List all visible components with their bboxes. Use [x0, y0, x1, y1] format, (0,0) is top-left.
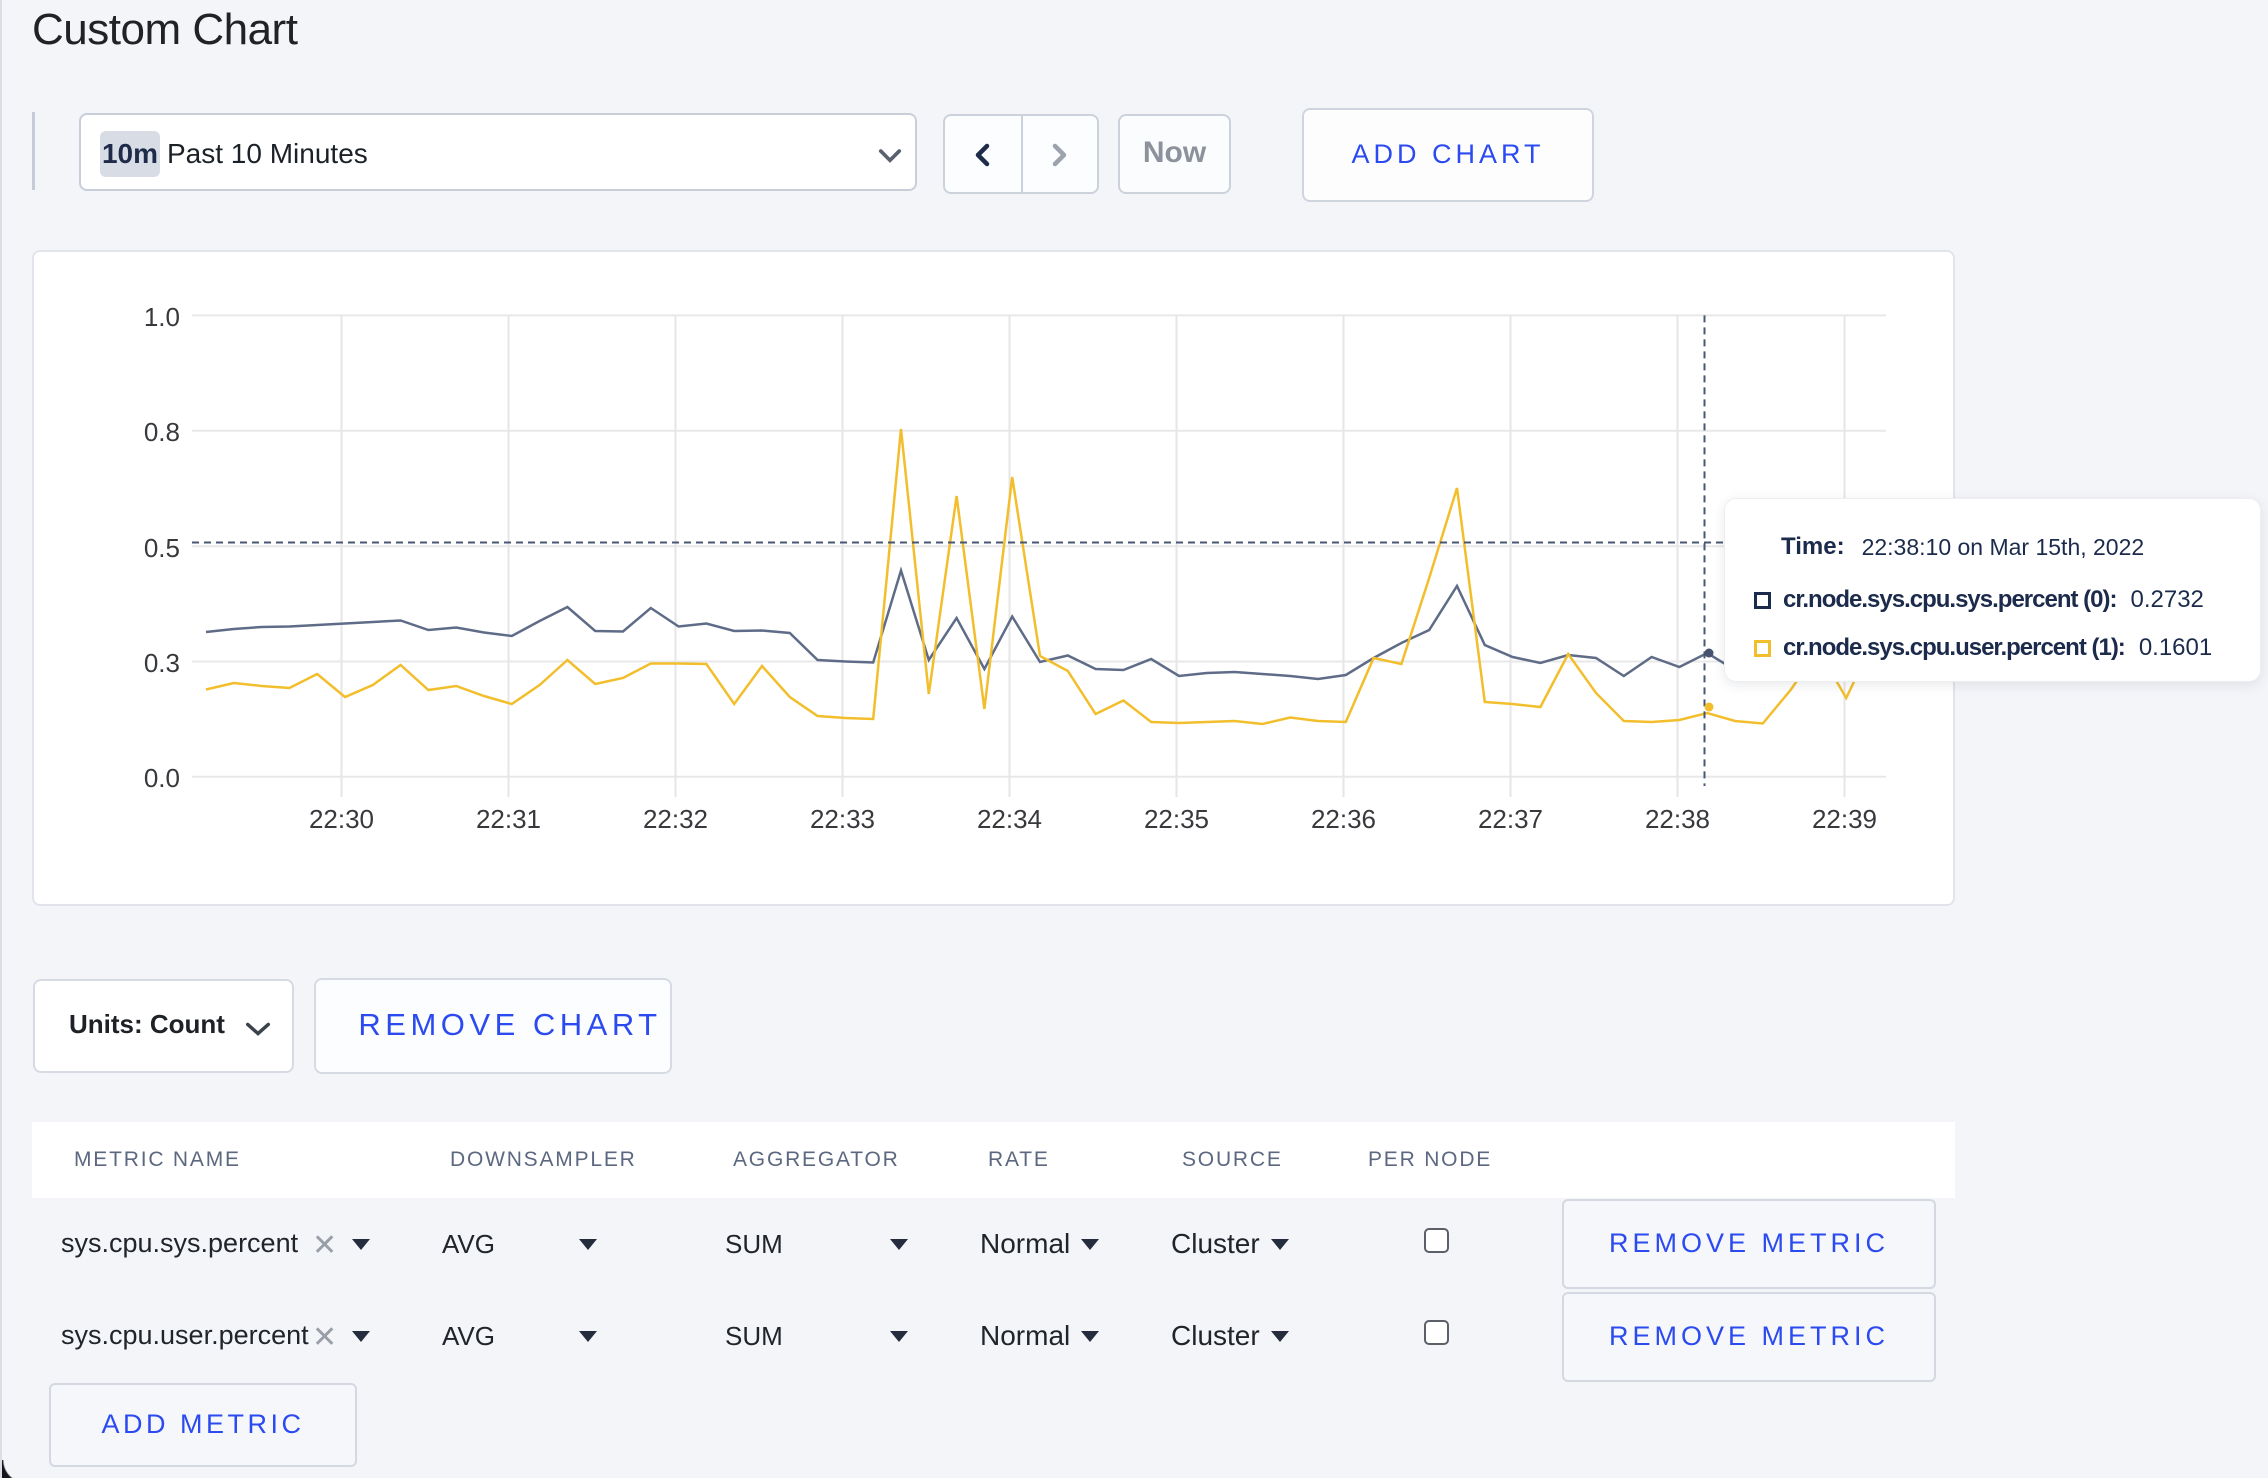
svg-text:22:35: 22:35 — [1144, 804, 1209, 834]
svg-text:22:30: 22:30 — [309, 804, 374, 834]
svg-text:22:34: 22:34 — [977, 804, 1042, 834]
svg-text:22:39: 22:39 — [1812, 804, 1877, 834]
svg-text:22:31: 22:31 — [476, 804, 541, 834]
svg-text:22:33: 22:33 — [810, 804, 875, 834]
svg-text:22:36: 22:36 — [1311, 804, 1376, 834]
svg-text:22:37: 22:37 — [1478, 804, 1543, 834]
svg-text:22:32: 22:32 — [643, 804, 708, 834]
svg-text:22:38: 22:38 — [1645, 804, 1710, 834]
svg-text:0.3: 0.3 — [144, 648, 180, 678]
svg-text:0.5: 0.5 — [144, 533, 180, 563]
svg-text:0.0: 0.0 — [144, 763, 180, 793]
svg-text:1.0: 1.0 — [144, 302, 180, 332]
svg-text:0.8: 0.8 — [144, 417, 180, 447]
